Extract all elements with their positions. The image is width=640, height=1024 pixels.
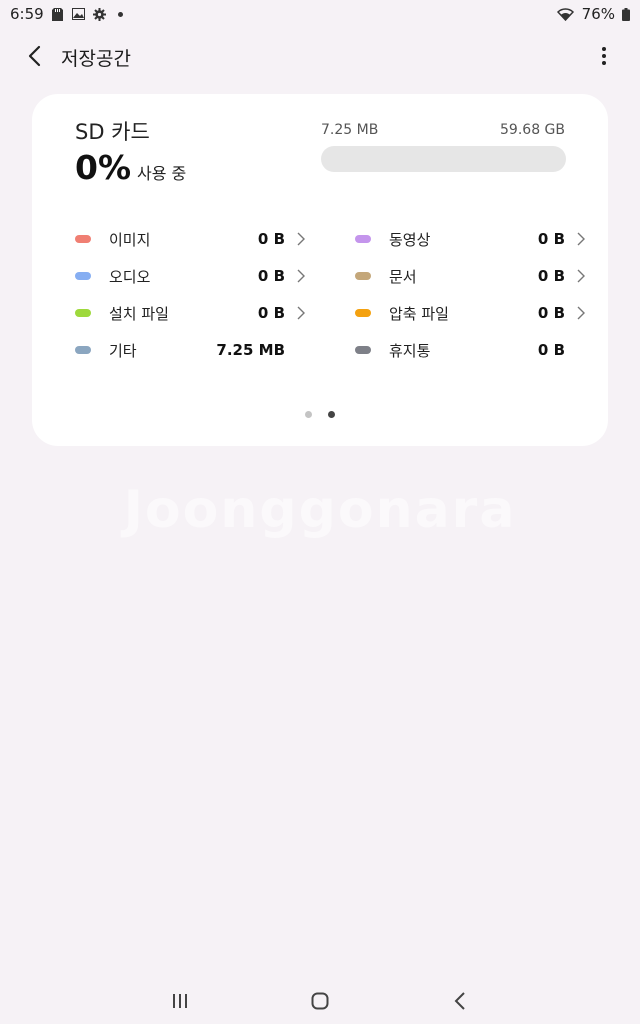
total-size: 59.68 GB bbox=[500, 122, 565, 138]
more-options-button[interactable] bbox=[588, 40, 620, 72]
chevron-right-icon bbox=[577, 306, 585, 320]
category-label: 압축 파일 bbox=[389, 304, 449, 323]
category-row-compressed-files[interactable]: 압축 파일 0 B bbox=[345, 298, 585, 328]
category-color-swatch bbox=[75, 235, 91, 243]
gallery-icon bbox=[72, 7, 86, 21]
home-button[interactable] bbox=[300, 986, 340, 1016]
notification-dot bbox=[117, 11, 123, 17]
category-row-images[interactable]: 이미지 0 B bbox=[65, 224, 305, 254]
category-size: 0 B bbox=[257, 230, 285, 248]
page-indicator bbox=[32, 411, 608, 418]
page-dot[interactable] bbox=[305, 411, 312, 418]
settings-icon bbox=[93, 7, 107, 21]
category-row-documents[interactable]: 문서 0 B bbox=[345, 261, 585, 291]
category-color-swatch bbox=[355, 272, 371, 280]
chevron-right-icon bbox=[577, 232, 585, 246]
used-size: 7.25 MB bbox=[321, 122, 379, 138]
category-label: 기타 bbox=[109, 341, 137, 360]
category-label: 휴지통 bbox=[389, 341, 431, 360]
category-row-other: 기타 7.25 MB bbox=[65, 335, 285, 365]
watermark: Joonggonara bbox=[123, 480, 517, 540]
chevron-right-icon bbox=[297, 306, 305, 320]
category-color-swatch bbox=[355, 346, 371, 354]
category-label: 동영상 bbox=[389, 230, 431, 249]
battery-text: 76% bbox=[581, 5, 615, 23]
category-label: 설치 파일 bbox=[109, 304, 169, 323]
status-right: 76% bbox=[557, 5, 630, 23]
category-size: 0 B bbox=[537, 267, 565, 285]
battery-icon bbox=[622, 7, 630, 21]
chevron-right-icon bbox=[297, 232, 305, 246]
home-icon bbox=[311, 992, 329, 1010]
page-dot-active[interactable] bbox=[328, 411, 335, 418]
category-color-swatch bbox=[355, 235, 371, 243]
category-size: 0 B bbox=[257, 304, 285, 322]
category-row-trash[interactable]: 휴지통 0 B bbox=[345, 335, 565, 365]
chevron-left-icon bbox=[28, 45, 41, 67]
category-size: 0 B bbox=[537, 341, 565, 359]
category-size: 7.25 MB bbox=[216, 341, 285, 359]
status-bar: 6:59 76% bbox=[0, 0, 640, 28]
status-time: 6:59 bbox=[10, 5, 44, 23]
storage-name: SD 카드 bbox=[75, 120, 150, 144]
wifi-icon bbox=[557, 7, 575, 21]
usage-label: 사용 중 bbox=[137, 164, 187, 183]
category-label: 오디오 bbox=[109, 267, 151, 286]
category-label: 문서 bbox=[389, 267, 417, 286]
chevron-right-icon bbox=[297, 269, 305, 283]
app-bar: 저장공간 bbox=[0, 34, 640, 78]
category-row-audio[interactable]: 오디오 0 B bbox=[65, 261, 305, 291]
back-button[interactable] bbox=[18, 40, 50, 72]
category-color-swatch bbox=[75, 346, 91, 354]
storage-card: SD 카드 0% 사용 중 7.25 MB 59.68 GB 이미지 0 B 동… bbox=[32, 94, 608, 446]
category-row-installation-files[interactable]: 설치 파일 0 B bbox=[65, 298, 305, 328]
more-vertical-icon bbox=[602, 47, 606, 65]
category-color-swatch bbox=[75, 272, 91, 280]
recent-apps-button[interactable] bbox=[160, 986, 200, 1016]
usage-summary: 0% 사용 중 bbox=[75, 148, 186, 187]
back-icon bbox=[454, 992, 465, 1010]
storage-progress-bar bbox=[321, 146, 566, 172]
nav-back-button[interactable] bbox=[440, 986, 480, 1016]
category-size: 0 B bbox=[537, 230, 565, 248]
navigation-bar bbox=[0, 978, 640, 1024]
usage-percent: 0% bbox=[75, 148, 132, 187]
status-left: 6:59 bbox=[10, 5, 123, 23]
category-size: 0 B bbox=[257, 267, 285, 285]
category-color-swatch bbox=[355, 309, 371, 317]
category-row-videos[interactable]: 동영상 0 B bbox=[345, 224, 585, 254]
chevron-right-icon bbox=[577, 269, 585, 283]
category-color-swatch bbox=[75, 309, 91, 317]
page-title: 저장공간 bbox=[61, 48, 131, 70]
category-size: 0 B bbox=[537, 304, 565, 322]
recent-apps-icon bbox=[173, 994, 187, 1008]
category-label: 이미지 bbox=[109, 230, 151, 249]
sd-card-icon bbox=[51, 7, 65, 21]
